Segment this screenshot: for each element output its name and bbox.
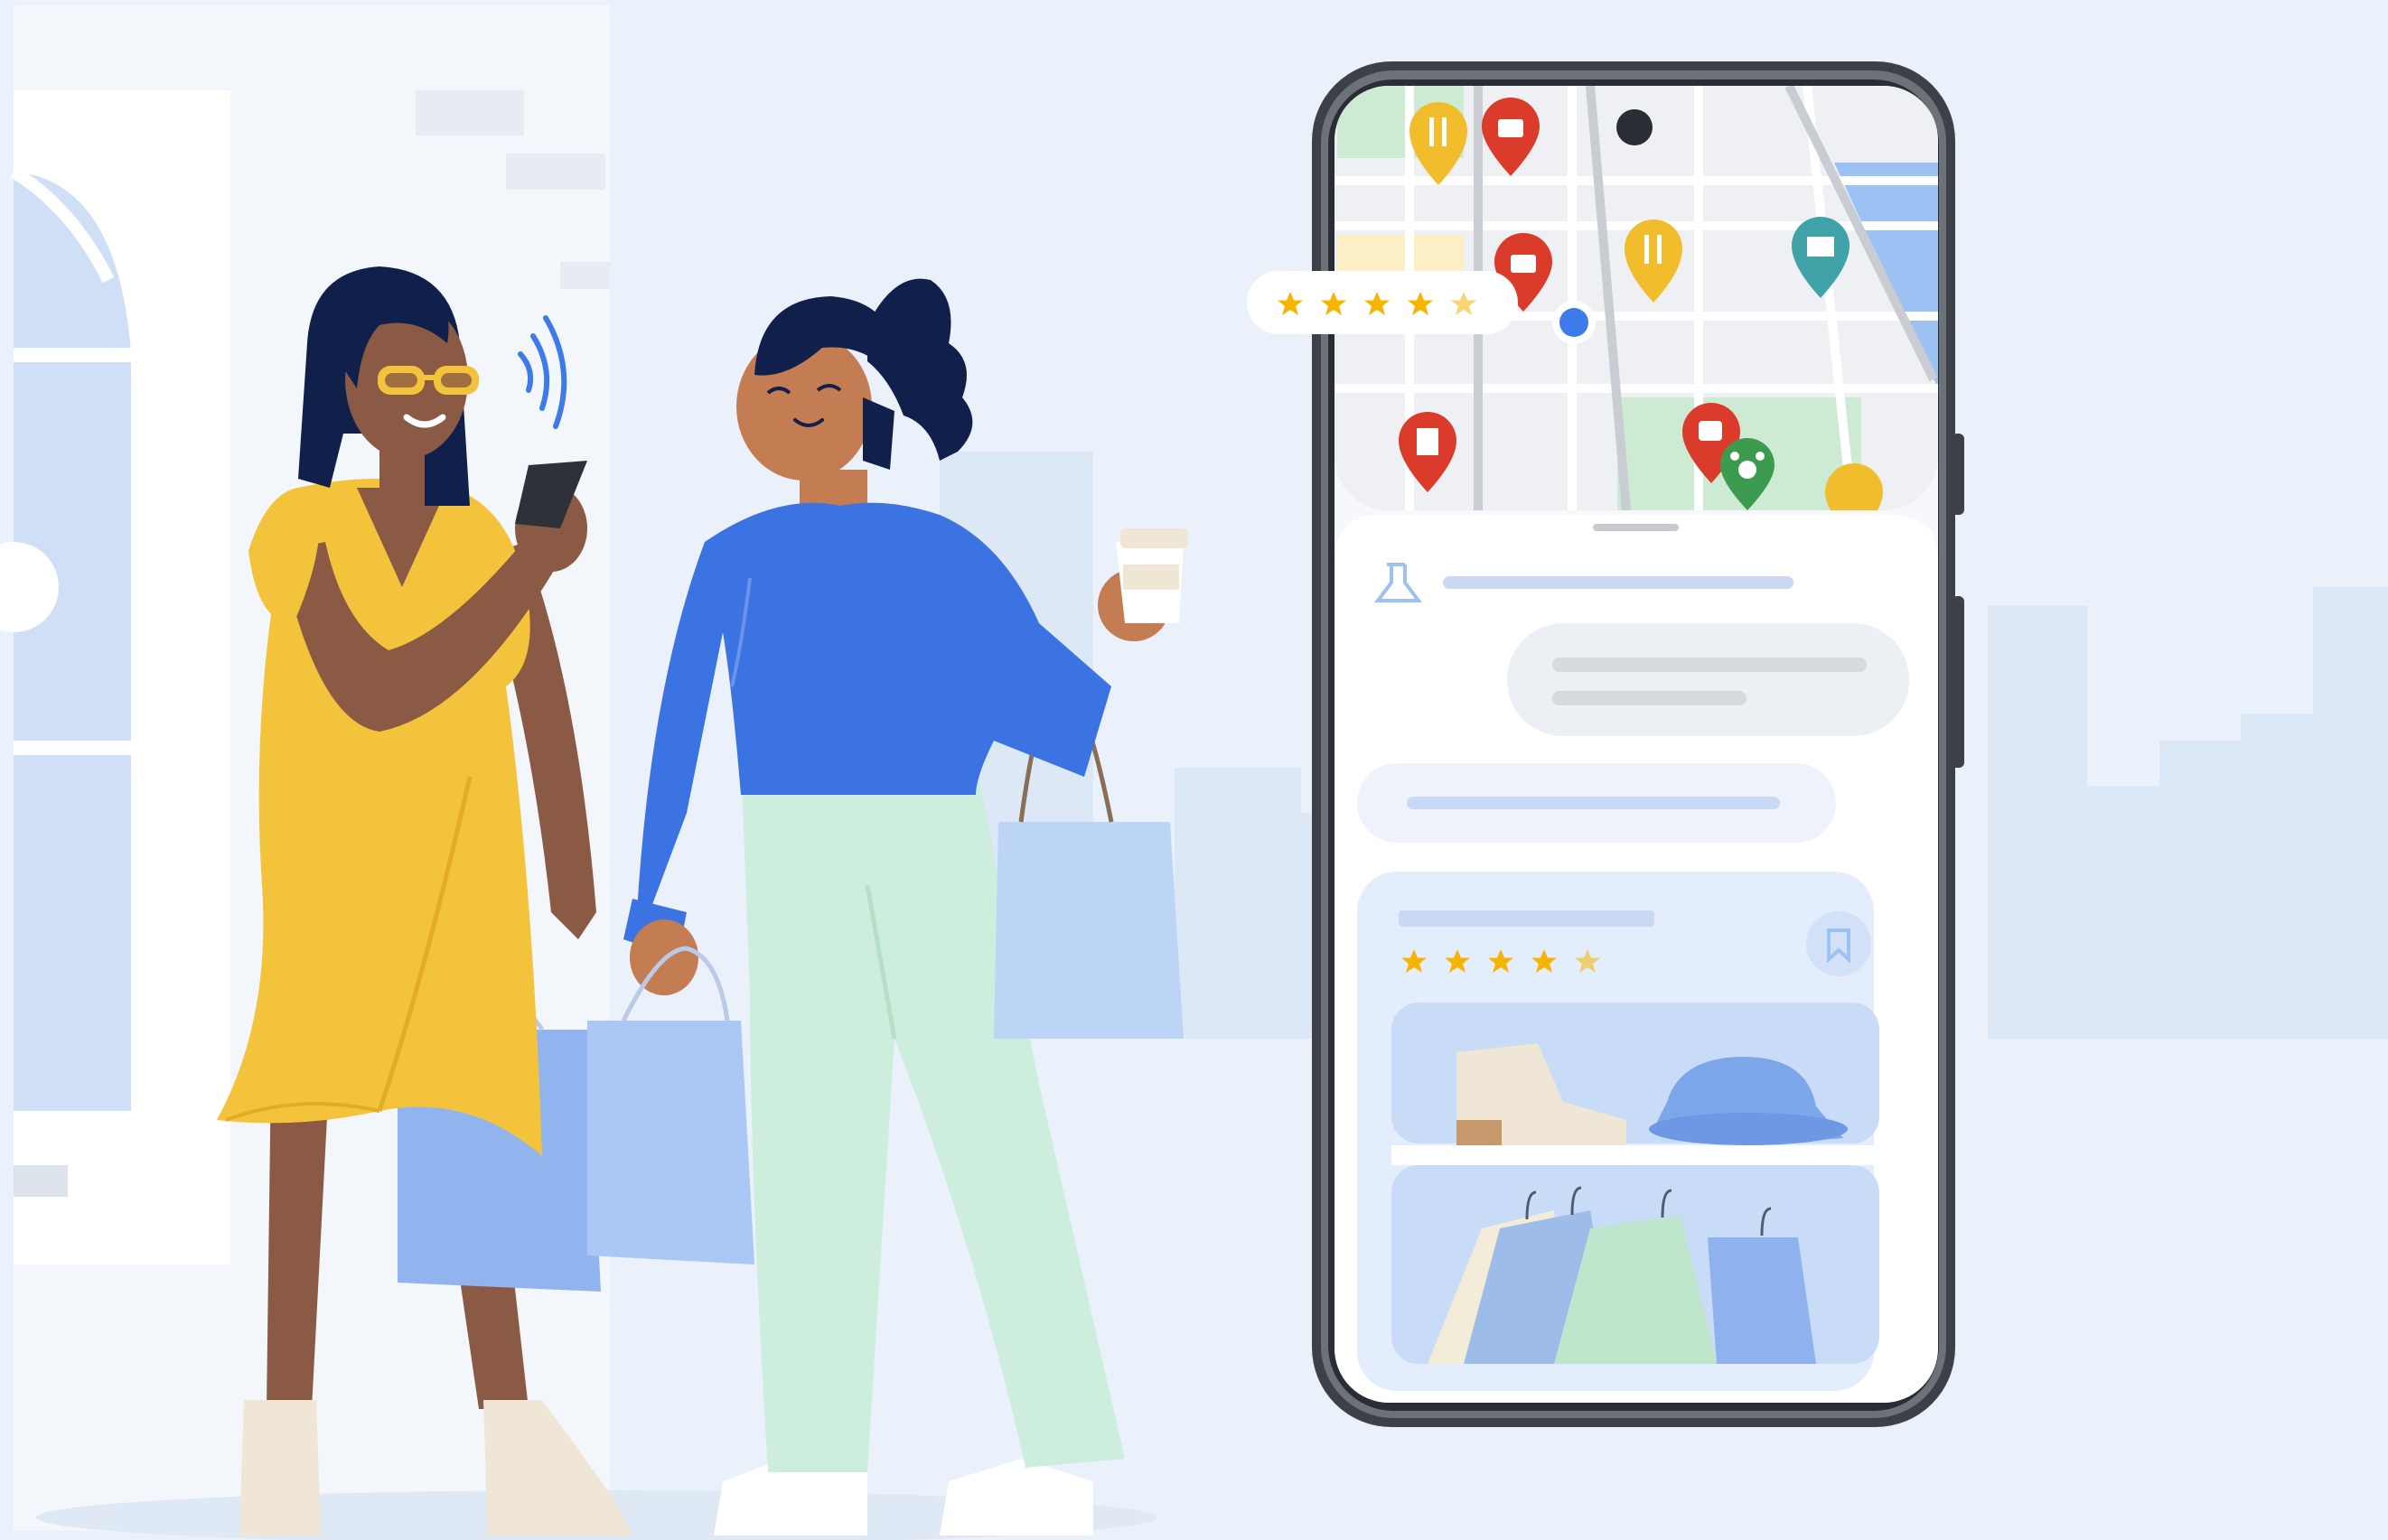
illustration-scene	[0, 0, 2388, 1540]
phone	[1247, 61, 1964, 1427]
chat-bubble-received	[1507, 623, 1909, 736]
front-camera	[1616, 109, 1653, 145]
bookmark-icon[interactable]	[1806, 911, 1871, 976]
sheet-title-line	[1443, 576, 1793, 589]
result-card-title-line	[1399, 910, 1654, 927]
sheet-handle	[1593, 524, 1679, 531]
location-dot-icon	[1552, 301, 1596, 344]
map-rating-bubble	[1247, 271, 1518, 334]
